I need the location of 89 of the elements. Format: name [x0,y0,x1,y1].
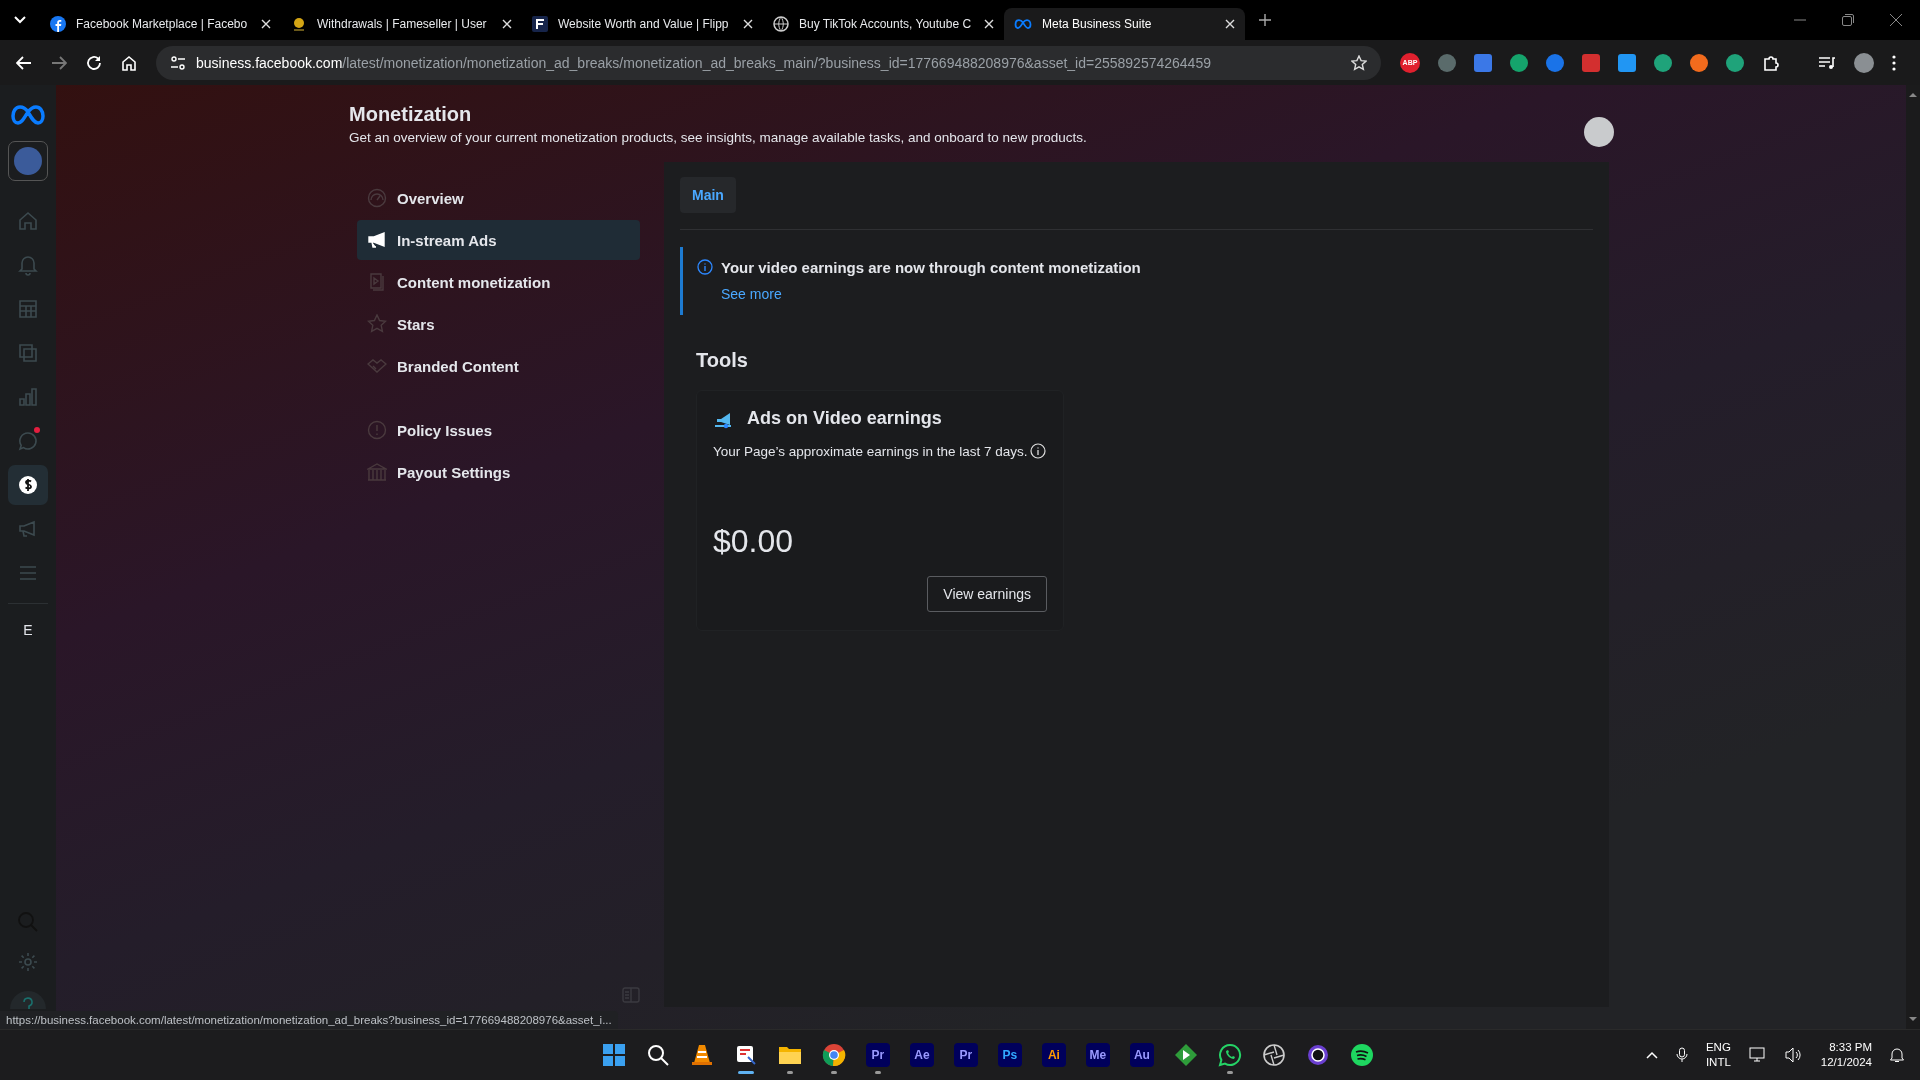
tab-title: Buy TikTok Accounts, Youtube C [799,17,973,31]
bank-icon [367,462,387,482]
alert-icon [367,420,387,440]
microphone-icon[interactable] [1675,1047,1688,1063]
account-initial[interactable]: E [23,622,33,638]
star-icon [367,314,387,334]
extension-icon[interactable] [1690,53,1708,72]
home-icon[interactable] [121,54,137,71]
profile-avatar[interactable] [1854,52,1874,73]
star-icon[interactable] [1351,54,1367,71]
chevron-up-icon[interactable] [1645,1051,1658,1059]
earnings-amount: $0.00 [713,523,795,560]
megaphone-icon [367,230,387,250]
link-status-bar: https://business.facebook.com/latest/monetization/monetization_ad_breaks?business_id=177669488208976&asset_i... [0,1011,618,1029]
puzzle-icon[interactable] [1762,53,1780,72]
nav-item[interactable]: Content monetization [357,262,640,302]
site-logo-icon [532,16,548,32]
video-icon [367,272,387,292]
browser-tab[interactable]: Meta Business Suite [1004,8,1245,40]
scrollbar[interactable] [1906,85,1920,1029]
section-heading: Tools [696,349,749,372]
tab-title: Facebook Marketplace | Facebo [76,17,249,31]
restore-icon[interactable] [1842,14,1854,26]
facebook-icon [50,16,66,32]
page-title: Monetization [349,103,473,126]
pages-icon [17,342,39,364]
address-bar[interactable]: business.facebook.com/latest/monetization/monetization_ad_breaks/monetization_ad_breaks_main/?business_id=177669488208976&asset_id=255892574264459 [156,45,1381,80]
meta-logo-icon[interactable] [10,103,46,127]
clock-date[interactable]: 12/1/2024 [1820,1055,1872,1070]
site-settings-icon[interactable] [170,55,186,70]
extension-icon[interactable] [1438,53,1456,72]
nav-item[interactable]: In-stream Ads [357,220,640,260]
gauge-icon [367,188,387,208]
browser-tab[interactable]: Buy TikTok Accounts, Youtube C [763,8,1004,40]
extension-icon[interactable] [1726,53,1744,72]
clock-time[interactable]: 8:33 PM [1829,1040,1872,1055]
tab-title: Withdrawals | Fameseller | User [317,17,488,31]
banner-text: Your video earnings are now through content monetization [721,259,1141,276]
nav-item[interactable]: Policy Issues [357,410,640,450]
info-icon[interactable] [1030,443,1047,459]
chat-bubble-icon [17,430,39,452]
table-icon [17,298,39,320]
new-tab-icon[interactable] [1259,14,1271,26]
home-icon [17,210,39,232]
profile-avatar[interactable] [1584,117,1614,147]
speaker-icon[interactable] [1784,1047,1803,1063]
nav-item[interactable]: Branded Content [357,346,640,386]
extension-icon[interactable] [1546,53,1564,72]
dollar-icon [17,474,39,496]
see-more-link[interactable]: See more [721,286,782,302]
close-icon[interactable] [1890,14,1902,26]
rail-nav-item[interactable] [8,465,48,505]
tab-list-icon[interactable] [14,16,26,24]
nav-item[interactable]: Overview [357,178,640,218]
tab-title: Website Worth and Value | Flipp [558,17,730,31]
nav-item[interactable]: Stars [357,304,640,344]
bar-chart-icon [17,386,39,408]
notification-bell-icon[interactable] [1890,1047,1904,1063]
network-icon[interactable] [1748,1047,1767,1063]
card-description: Your Page’s approximate earnings in the last 7 days. [713,443,1028,459]
infinity-logo-icon [1014,18,1032,30]
tab-title: Meta Business Suite [1042,17,1153,31]
bell-icon [17,254,39,276]
help-icon[interactable] [10,991,46,1009]
extension-icon[interactable] [1474,53,1492,72]
keyboard-layout[interactable]: INTL [1705,1055,1731,1070]
back-arrow-icon[interactable] [16,54,32,71]
media-controls-icon[interactable] [1818,55,1836,70]
more-options-icon[interactable] [1892,54,1896,71]
browser-tab[interactable]: Withdrawals | Fameseller | User [281,8,522,40]
language-indicator[interactable]: ENG [1705,1040,1731,1055]
view-earnings-button[interactable]: View earnings [927,576,1047,612]
extension-icon[interactable] [1510,53,1528,72]
extension-icon[interactable] [1654,53,1672,72]
nav-item[interactable]: Payout Settings [357,452,640,492]
url-text: business.facebook.com/latest/monetization/monetization_ad_breaks/monetization_ad_breaks_main/?business_id=177669488208976&asset_id=255892574264459 [196,54,1212,71]
coin-icon [291,16,307,32]
browser-tab[interactable]: Website Worth and Value | Flipp [522,8,763,40]
forward-arrow-icon[interactable] [51,54,67,71]
reload-icon[interactable] [86,54,102,71]
extension-icon[interactable] [1618,53,1636,72]
browser-tab[interactable]: Facebook Marketplace | Facebo [40,8,281,40]
content-tab[interactable]: Main [680,177,736,213]
page-subtitle: Get an overview of your current monetization products, see insights, manage available tasks, and onboard to new products. [349,130,1087,145]
account-avatar[interactable] [8,141,48,181]
card-title: Ads on Video earnings [747,407,942,429]
extension-icon[interactable] [1582,53,1600,72]
globe-icon [773,16,789,32]
info-icon [697,259,713,275]
